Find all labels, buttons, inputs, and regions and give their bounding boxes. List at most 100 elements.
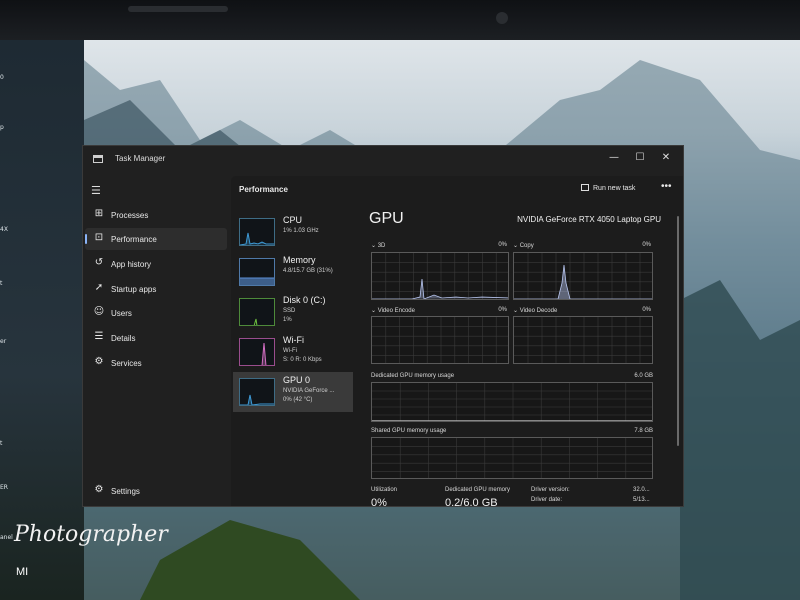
page-title: Performance	[239, 185, 288, 194]
device-detail: Wi-Fi	[283, 348, 297, 354]
gpu-heading: GPU	[369, 210, 404, 227]
desktop-fragment: ER	[0, 484, 8, 491]
device-detail: 1%	[283, 317, 292, 323]
sidebar-item-label: Users	[111, 309, 132, 318]
engine-label: Video Decode	[519, 308, 558, 314]
users-icon: ☺	[93, 306, 105, 317]
utilization-value: 0%	[371, 497, 387, 507]
engine-encode-dropdown[interactable]: ⌄ Video Encode	[371, 307, 415, 314]
task-manager-window: Task Manager — ☐ ✕ ☰ ⊞ Processes ⊡ Perfo…	[82, 145, 684, 507]
details-icon: ☰	[94, 331, 104, 342]
services-icon: ⚙	[94, 356, 104, 367]
sidebar-item-label: Services	[111, 359, 142, 368]
dedicated-memory-max: 6.0 GB	[634, 373, 653, 379]
device-name: GPU 0	[283, 375, 311, 385]
performance-pane: Performance Run new task ••• CPU 1% 1.03…	[231, 176, 683, 506]
hamburger-icon[interactable]: ☰	[91, 184, 102, 197]
device-detail: 1% 1.03 GHz	[283, 228, 319, 234]
engine-decode-dropdown[interactable]: ⌄ Video Decode	[513, 307, 557, 314]
title-bar[interactable]: Task Manager — ☐ ✕	[83, 146, 683, 172]
engine-pct: 0%	[642, 242, 651, 248]
shared-memory-graph	[371, 437, 653, 479]
engine-3d-dropdown[interactable]: ⌄ 3D	[371, 242, 385, 249]
desktop-fragment: 4X	[0, 226, 8, 233]
device-item-gpu[interactable]: GPU 0 NVIDIA GeForce ... 0% (42 °C)	[233, 372, 353, 412]
device-detail: SSD	[283, 308, 296, 314]
gpu-detail-panel: GPU NVIDIA GeForce RTX 4050 Laptop GPU ⌄…	[365, 206, 665, 506]
watermark-brand: MI	[16, 566, 29, 578]
driver-version-label: Driver version:	[531, 487, 570, 493]
dedicated-memory-graph	[371, 382, 653, 422]
desktop-fragment: er	[0, 338, 7, 345]
sidebar-item-services[interactable]: ⚙ Services	[85, 352, 227, 374]
driver-date-label: Driver date:	[531, 497, 563, 503]
disk-thumbnail-graph	[239, 298, 275, 326]
watermark-text: Photographer	[14, 522, 168, 547]
sidebar-item-label: Performance	[111, 235, 157, 244]
engine-pct: 0%	[498, 307, 507, 313]
sidebar-item-processes[interactable]: ⊞ Processes	[85, 204, 227, 226]
processes-icon: ⊞	[94, 208, 104, 219]
desktop-fragment: t	[0, 440, 3, 447]
driver-version-value: 32.0...	[633, 487, 650, 493]
engine-pct: 0%	[498, 242, 507, 248]
dedicated-memory-label: Dedicated GPU memory usage	[371, 373, 455, 379]
sidebar-item-startup-apps[interactable]: ➚ Startup apps	[85, 278, 227, 300]
sidebar-item-label: Settings	[111, 487, 140, 496]
sidebar: ☰ ⊞ Processes ⊡ Performance ↺ App histor…	[83, 172, 231, 506]
device-item-wifi[interactable]: Wi-Fi Wi-Fi S: 0 R: 0 Kbps	[233, 332, 353, 372]
shared-memory-label: Shared GPU memory usage	[371, 428, 447, 434]
device-name: CPU	[283, 215, 303, 225]
desktop-fragment: 0	[0, 74, 4, 81]
engine-encode-graph	[371, 316, 509, 364]
engine-3d-graph	[371, 252, 509, 300]
run-new-task-label: Run new task	[593, 185, 636, 192]
sidebar-item-label: Startup apps	[111, 285, 157, 294]
engine-pct: 0%	[642, 307, 651, 313]
utilization-label: Utilization	[371, 487, 398, 493]
device-item-disk[interactable]: Disk 0 (C:) SSD 1%	[233, 292, 353, 332]
desktop-fragment: p	[0, 124, 4, 131]
gpu-thumbnail-graph	[239, 378, 275, 406]
minimize-button[interactable]: —	[603, 150, 625, 166]
device-item-memory[interactable]: Memory 4.8/15.7 GB (31%)	[233, 252, 353, 292]
engine-label: Video Encode	[377, 308, 415, 314]
desktop-photo: 0 p 4X t er t ER anel Photographer MI Ta…	[0, 0, 800, 600]
history-icon: ↺	[94, 257, 104, 268]
engine-decode-graph	[513, 316, 653, 364]
window-title: Task Manager	[115, 154, 166, 163]
task-manager-app-icon	[93, 155, 103, 163]
engine-label: Copy	[519, 243, 534, 249]
desktop-fragment: t	[0, 280, 3, 287]
dedicated-gpu-memory-value: 0.2/6.0 GB	[445, 497, 498, 507]
device-name: Memory	[283, 255, 316, 265]
settings-icon: ⚙	[94, 484, 104, 495]
sidebar-item-settings[interactable]: ⚙ Settings	[85, 480, 227, 502]
gpu-model-name: NVIDIA GeForce RTX 4050 Laptop GPU	[517, 215, 661, 224]
desktop-fragment: anel	[0, 534, 13, 541]
engine-label: 3D	[377, 243, 386, 249]
sidebar-item-details[interactable]: ☰ Details	[85, 327, 227, 349]
sidebar-item-performance[interactable]: ⊡ Performance	[85, 228, 227, 250]
device-name: Wi-Fi	[283, 335, 304, 345]
vertical-scrollbar[interactable]	[677, 216, 679, 446]
sidebar-item-label: Processes	[111, 211, 149, 220]
run-task-icon	[581, 184, 589, 191]
engine-copy-dropdown[interactable]: ⌄ Copy	[513, 242, 534, 249]
close-button[interactable]: ✕	[655, 150, 677, 166]
device-item-cpu[interactable]: CPU 1% 1.03 GHz	[233, 212, 353, 252]
memory-thumbnail-graph	[239, 258, 275, 286]
more-options-button[interactable]: •••	[661, 181, 672, 192]
sidebar-item-label: Details	[111, 334, 136, 343]
dedicated-gpu-memory-label: Dedicated GPU memory	[445, 487, 511, 493]
cpu-thumbnail-graph	[239, 218, 275, 246]
startup-icon: ➚	[94, 282, 104, 293]
engine-copy-graph	[513, 252, 653, 300]
sidebar-item-label: App history	[111, 260, 152, 269]
device-detail: S: 0 R: 0 Kbps	[283, 357, 322, 363]
sidebar-item-app-history[interactable]: ↺ App history	[85, 253, 227, 275]
performance-icon: ⊡	[94, 232, 104, 243]
run-new-task-button[interactable]: Run new task	[581, 184, 635, 192]
maximize-button[interactable]: ☐	[629, 150, 651, 166]
sidebar-item-users[interactable]: ☺ Users	[85, 302, 227, 324]
